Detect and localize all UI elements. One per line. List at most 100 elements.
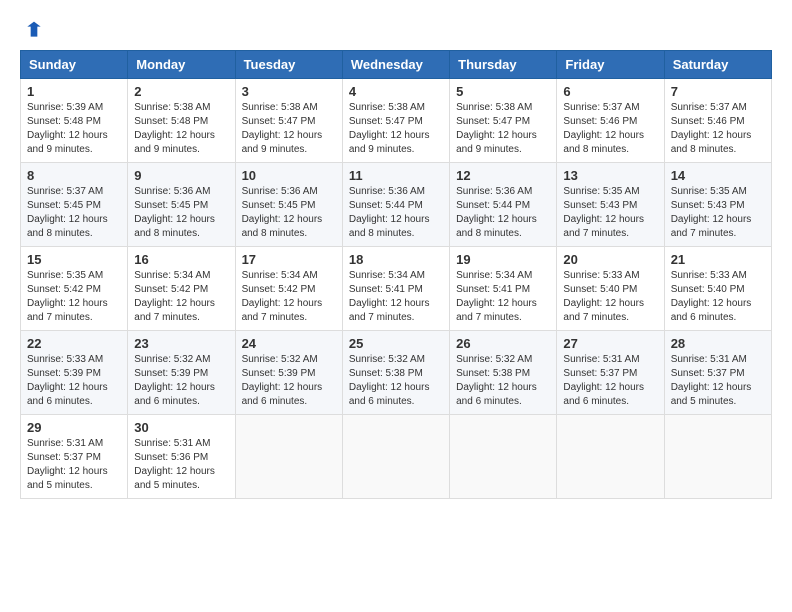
day-info: Sunrise: 5:38 AMSunset: 5:47 PMDaylight:…	[349, 101, 443, 157]
day-number: 16	[134, 252, 228, 267]
calendar-week-row: 15 Sunrise: 5:35 AMSunset: 5:42 PMDayligh…	[21, 247, 772, 331]
calendar-header-row: SundayMondayTuesdayWednesdayThursdayFrid…	[21, 51, 772, 79]
calendar-cell: 5Sunrise: 5:38 AMSunset: 5:47 PMDaylight…	[450, 79, 557, 163]
day-number: 13	[563, 168, 657, 183]
calendar-cell	[342, 415, 449, 499]
calendar-cell: 21 Sunrise: 5:33 AMSunset: 5:40 PMDayligh…	[664, 247, 771, 331]
day-number: 7	[671, 84, 765, 99]
calendar-cell: 24 Sunrise: 5:32 AMSunset: 5:39 PMDayligh…	[235, 331, 342, 415]
day-header-saturday: Saturday	[664, 51, 771, 79]
calendar-cell: 10 Sunrise: 5:36 AMSunset: 5:45 PMDayligh…	[235, 163, 342, 247]
day-info: Sunrise: 5:32 AMSunset: 5:38 PMDaylight:…	[349, 353, 443, 409]
calendar-cell: 13 Sunrise: 5:35 AMSunset: 5:43 PMDayligh…	[557, 163, 664, 247]
page-header	[20, 20, 772, 40]
day-info: Sunrise: 5:36 AMSunset: 5:45 PMDaylight:…	[134, 185, 228, 241]
day-info: Sunrise: 5:39 AMSunset: 5:48 PMDaylight:…	[27, 101, 121, 157]
day-info: Sunrise: 5:36 AMSunset: 5:45 PMDaylight:…	[242, 185, 336, 241]
calendar-cell: 17 Sunrise: 5:34 AMSunset: 5:42 PMDayligh…	[235, 247, 342, 331]
day-number: 17	[242, 252, 336, 267]
day-info: Sunrise: 5:31 AMSunset: 5:36 PMDaylight:…	[134, 437, 228, 493]
day-number: 28	[671, 336, 765, 351]
day-number: 18	[349, 252, 443, 267]
day-number: 24	[242, 336, 336, 351]
calendar-cell: 30 Sunrise: 5:31 AMSunset: 5:36 PMDayligh…	[128, 415, 235, 499]
day-header-thursday: Thursday	[450, 51, 557, 79]
day-number: 3	[242, 84, 336, 99]
day-info: Sunrise: 5:31 AMSunset: 5:37 PMDaylight:…	[27, 437, 121, 493]
day-info: Sunrise: 5:37 AMSunset: 5:46 PMDaylight:…	[671, 101, 765, 157]
calendar-cell: 1 Sunrise: 5:39 AMSunset: 5:48 PMDaylight…	[21, 79, 128, 163]
day-number: 6	[563, 84, 657, 99]
day-info: Sunrise: 5:34 AMSunset: 5:42 PMDaylight:…	[134, 269, 228, 325]
calendar-cell: 4 Sunrise: 5:38 AMSunset: 5:47 PMDaylight…	[342, 79, 449, 163]
day-number: 21	[671, 252, 765, 267]
day-header-sunday: Sunday	[21, 51, 128, 79]
day-number: 26	[456, 336, 550, 351]
day-info: Sunrise: 5:31 AMSunset: 5:37 PMDaylight:…	[671, 353, 765, 409]
calendar-cell: 7 Sunrise: 5:37 AMSunset: 5:46 PMDaylight…	[664, 79, 771, 163]
calendar-cell: 15 Sunrise: 5:35 AMSunset: 5:42 PMDayligh…	[21, 247, 128, 331]
day-info: Sunrise: 5:37 AMSunset: 5:46 PMDaylight:…	[563, 101, 657, 157]
day-number: 23	[134, 336, 228, 351]
day-number: 19	[456, 252, 550, 267]
calendar-week-row: 8 Sunrise: 5:37 AMSunset: 5:45 PMDaylight…	[21, 163, 772, 247]
day-number: 30	[134, 420, 228, 435]
day-number: 1	[27, 84, 121, 99]
day-info: Sunrise: 5:35 AMSunset: 5:42 PMDaylight:…	[27, 269, 121, 325]
calendar-cell: 8 Sunrise: 5:37 AMSunset: 5:45 PMDaylight…	[21, 163, 128, 247]
day-info: Sunrise: 5:33 AMSunset: 5:40 PMDaylight:…	[671, 269, 765, 325]
day-info: Sunrise: 5:32 AMSunset: 5:39 PMDaylight:…	[242, 353, 336, 409]
day-info: Sunrise: 5:34 AMSunset: 5:42 PMDaylight:…	[242, 269, 336, 325]
day-info: Sunrise: 5:36 AMSunset: 5:44 PMDaylight:…	[456, 185, 550, 241]
calendar-cell: 9 Sunrise: 5:36 AMSunset: 5:45 PMDaylight…	[128, 163, 235, 247]
day-number: 15	[27, 252, 121, 267]
day-info: Sunrise: 5:38 AMSunset: 5:48 PMDaylight:…	[134, 101, 228, 157]
day-number: 8	[27, 168, 121, 183]
calendar-cell: 29 Sunrise: 5:31 AMSunset: 5:37 PMDayligh…	[21, 415, 128, 499]
calendar-cell: 11 Sunrise: 5:36 AMSunset: 5:44 PMDayligh…	[342, 163, 449, 247]
calendar-cell: 19 Sunrise: 5:34 AMSunset: 5:41 PMDayligh…	[450, 247, 557, 331]
calendar-cell: 14 Sunrise: 5:35 AMSunset: 5:43 PMDayligh…	[664, 163, 771, 247]
calendar-cell	[557, 415, 664, 499]
day-number: 25	[349, 336, 443, 351]
calendar-cell: 26 Sunrise: 5:32 AMSunset: 5:38 PMDayligh…	[450, 331, 557, 415]
day-header-wednesday: Wednesday	[342, 51, 449, 79]
calendar-cell: 22 Sunrise: 5:33 AMSunset: 5:39 PMDayligh…	[21, 331, 128, 415]
day-header-tuesday: Tuesday	[235, 51, 342, 79]
day-header-monday: Monday	[128, 51, 235, 79]
calendar-cell	[664, 415, 771, 499]
calendar-week-row: 1 Sunrise: 5:39 AMSunset: 5:48 PMDaylight…	[21, 79, 772, 163]
calendar-cell: 27 Sunrise: 5:31 AMSunset: 5:37 PMDayligh…	[557, 331, 664, 415]
day-number: 29	[27, 420, 121, 435]
calendar-week-row: 29 Sunrise: 5:31 AMSunset: 5:37 PMDayligh…	[21, 415, 772, 499]
day-number: 11	[349, 168, 443, 183]
day-number: 4	[349, 84, 443, 99]
day-info: Sunrise: 5:32 AMSunset: 5:38 PMDaylight:…	[456, 353, 550, 409]
day-number: 2	[134, 84, 228, 99]
calendar-cell: 18 Sunrise: 5:34 AMSunset: 5:41 PMDayligh…	[342, 247, 449, 331]
day-info: Sunrise: 5:36 AMSunset: 5:44 PMDaylight:…	[349, 185, 443, 241]
day-info: Sunrise: 5:34 AMSunset: 5:41 PMDaylight:…	[349, 269, 443, 325]
day-number: 20	[563, 252, 657, 267]
calendar-cell: 2 Sunrise: 5:38 AMSunset: 5:48 PMDaylight…	[128, 79, 235, 163]
day-number: 10	[242, 168, 336, 183]
calendar-cell: 23Sunrise: 5:32 AMSunset: 5:39 PMDayligh…	[128, 331, 235, 415]
calendar-week-row: 22 Sunrise: 5:33 AMSunset: 5:39 PMDayligh…	[21, 331, 772, 415]
day-number: 14	[671, 168, 765, 183]
day-info: Sunrise: 5:35 AMSunset: 5:43 PMDaylight:…	[563, 185, 657, 241]
calendar-cell: 12Sunrise: 5:36 AMSunset: 5:44 PMDayligh…	[450, 163, 557, 247]
calendar-cell: 3Sunrise: 5:38 AMSunset: 5:47 PMDaylight…	[235, 79, 342, 163]
calendar-cell: 20Sunrise: 5:33 AMSunset: 5:40 PMDayligh…	[557, 247, 664, 331]
calendar-table: SundayMondayTuesdayWednesdayThursdayFrid…	[20, 50, 772, 499]
day-info: Sunrise: 5:31 AMSunset: 5:37 PMDaylight:…	[563, 353, 657, 409]
day-header-friday: Friday	[557, 51, 664, 79]
day-info: Sunrise: 5:37 AMSunset: 5:45 PMDaylight:…	[27, 185, 121, 241]
day-info: Sunrise: 5:34 AMSunset: 5:41 PMDaylight:…	[456, 269, 550, 325]
calendar-cell: 16 Sunrise: 5:34 AMSunset: 5:42 PMDayligh…	[128, 247, 235, 331]
day-info: Sunrise: 5:33 AMSunset: 5:39 PMDaylight:…	[27, 353, 121, 409]
day-number: 22	[27, 336, 121, 351]
day-info: Sunrise: 5:38 AMSunset: 5:47 PMDaylight:…	[456, 101, 550, 157]
day-info: Sunrise: 5:35 AMSunset: 5:43 PMDaylight:…	[671, 185, 765, 241]
day-number: 9	[134, 168, 228, 183]
day-number: 27	[563, 336, 657, 351]
